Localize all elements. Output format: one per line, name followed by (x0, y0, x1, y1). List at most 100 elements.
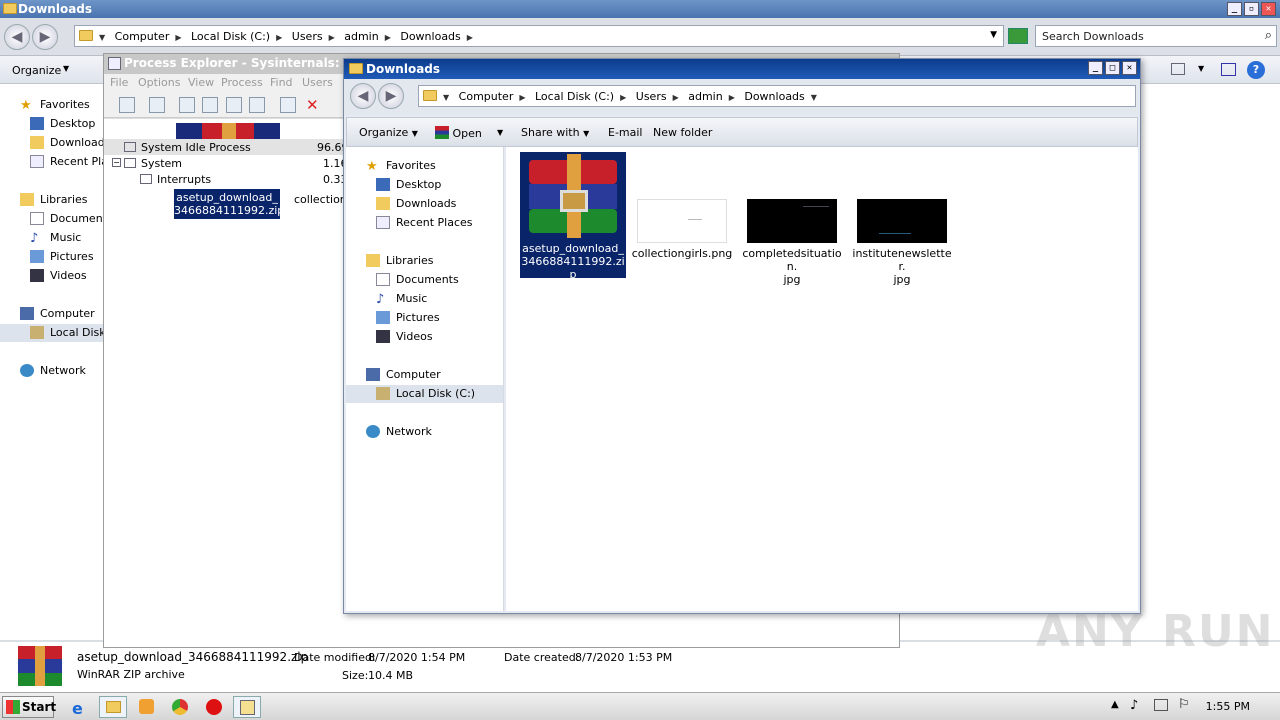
back-arrow-icon[interactable]: ◀ (350, 83, 376, 109)
back-address-box[interactable]: ▼ Computer ▶ Local Disk (C:) ▶ Users ▶ admi… (74, 25, 1004, 47)
breadcrumb-item[interactable]: Local Disk (C:) (191, 30, 270, 43)
search-input[interactable]: Search Downloads ⌕ (1035, 25, 1277, 47)
menu-file[interactable]: File (110, 76, 128, 89)
process-row[interactable]: Interrupts (104, 171, 344, 187)
action-center-flag-icon[interactable]: ⚐ (1178, 697, 1190, 712)
refresh-icon[interactable] (149, 97, 165, 113)
organize-label: Organize (359, 126, 409, 139)
menu-view[interactable]: View (188, 76, 214, 89)
details-size: 10.4 MB (368, 669, 414, 682)
properties-icon[interactable] (202, 97, 218, 113)
network-tray-icon[interactable] (1154, 699, 1168, 711)
breadcrumb-item[interactable]: Computer (459, 90, 514, 103)
dragged-file-label-line2: 3466884111992.zip (174, 204, 285, 217)
menu-users[interactable]: Users (302, 76, 333, 89)
organize-button[interactable]: Organize (12, 64, 61, 77)
breadcrumb-item[interactable]: admin (344, 30, 378, 43)
clock[interactable]: 1:55 PM (1206, 700, 1250, 713)
breadcrumb-item[interactable]: Computer (115, 30, 170, 43)
downloads-titlebar[interactable]: Downloads _ □ ✕ (344, 59, 1140, 79)
minimize-button[interactable]: _ (1227, 2, 1242, 16)
back-arrow-icon[interactable]: ◀ (4, 24, 30, 50)
taskbar-ie[interactable]: e (66, 696, 94, 718)
videos-icon (30, 269, 44, 282)
breadcrumb-item[interactable]: Users (292, 30, 323, 43)
breadcrumb-item[interactable]: Downloads (400, 30, 460, 43)
taskbar-opera[interactable] (200, 696, 228, 718)
downloads-title: Downloads (366, 62, 441, 76)
menu-options[interactable]: Options (138, 76, 180, 89)
folder-icon (349, 63, 363, 74)
lower-pane-icon[interactable] (226, 97, 242, 113)
back-window-title: Downloads (18, 2, 93, 16)
chrome-icon (172, 699, 188, 715)
process-name: System (141, 157, 183, 170)
search-icon[interactable]: ⌕ (1265, 28, 1272, 43)
help-icon[interactable]: ? (1247, 61, 1265, 79)
taskbar-explorer[interactable] (99, 696, 127, 718)
file-name-line1: asetup_download_ (522, 242, 624, 255)
email-button[interactable]: E-mail (608, 126, 643, 139)
menu-process[interactable]: Process (221, 76, 263, 89)
open-dropdown-icon[interactable]: ▼ (497, 128, 503, 137)
restore-button[interactable]: ▫ (1244, 2, 1259, 16)
nav-local-disk[interactable]: Local Disk (C:) (346, 385, 503, 403)
dragged-archive-icon (176, 123, 280, 139)
system-info-icon[interactable] (179, 97, 195, 113)
handles-icon[interactable] (280, 97, 296, 113)
file-item[interactable]: asetup_download_ 3466884111992.zip (520, 152, 626, 281)
forward-arrow-icon[interactable]: ▶ (378, 83, 404, 109)
image-thumbnail (857, 199, 947, 243)
start-button[interactable]: Start (2, 696, 56, 718)
address-box[interactable]: ▼ Computer ▶ Local Disk (C:) ▶ Users ▶ admi… (418, 85, 1136, 107)
star-icon: ★ (366, 159, 378, 174)
media-player-icon (139, 699, 154, 714)
open-button[interactable]: Open (435, 126, 482, 140)
network-icon (366, 425, 380, 438)
taskbar-chrome[interactable] (166, 696, 194, 718)
chevron-down-icon[interactable]: ▼ (1198, 64, 1204, 73)
find-icon[interactable] (249, 97, 265, 113)
watermark: ANY RUN (1036, 606, 1275, 657)
recent-places-icon (30, 155, 44, 168)
dragged-file-label-line1: asetup_download_ (176, 191, 278, 204)
collapse-icon[interactable]: − (112, 158, 121, 167)
maximize-button[interactable]: □ (1105, 61, 1120, 75)
file-item[interactable]: collectiongirls.png (629, 199, 735, 260)
breadcrumb-item[interactable]: Downloads (744, 90, 804, 103)
volume-icon[interactable]: ♪ (1130, 698, 1138, 713)
close-button[interactable]: ✕ (1261, 2, 1276, 16)
minimize-button[interactable]: _ (1088, 61, 1103, 75)
taskbar-process-explorer[interactable] (233, 696, 261, 718)
process-row[interactable]: − System (104, 155, 344, 171)
forward-arrow-icon[interactable]: ▶ (32, 24, 58, 50)
refresh-icon[interactable] (1008, 28, 1028, 44)
taskbar-media[interactable] (133, 696, 161, 718)
breadcrumb-item[interactable]: Local Disk (C:) (535, 90, 614, 103)
process-icon (124, 142, 136, 152)
save-icon[interactable] (119, 97, 135, 113)
pictures-icon (376, 311, 390, 324)
chevron-down-icon: ▼ (411, 129, 418, 138)
file-item[interactable]: institutenewsletter. jpg (849, 199, 955, 286)
partial-file-label: collection (294, 193, 347, 206)
details-date-created-label: Date created: (504, 651, 580, 664)
process-name: System Idle Process (141, 141, 251, 154)
back-window-titlebar[interactable]: Downloads _ ▫ ✕ (0, 0, 1280, 18)
views-icon[interactable] (1171, 63, 1185, 75)
address-dropdown-icon[interactable]: ▼ (990, 30, 997, 40)
share-with-button[interactable]: Share with ▼ (521, 126, 589, 139)
kill-process-icon[interactable]: ✕ (306, 96, 319, 114)
file-item[interactable]: completedsituation. jpg (739, 199, 845, 286)
preview-pane-icon[interactable] (1221, 63, 1236, 76)
organize-button[interactable]: Organize ▼ (359, 126, 418, 139)
breadcrumb-item[interactable]: admin (688, 90, 722, 103)
process-row[interactable]: System Idle Process (104, 139, 344, 155)
show-hidden-icons[interactable]: ▲ (1111, 699, 1119, 710)
close-button[interactable]: ✕ (1122, 61, 1137, 75)
desktop-icon (376, 178, 390, 191)
menu-find[interactable]: Find (270, 76, 293, 89)
libraries-icon (366, 254, 380, 267)
breadcrumb-item[interactable]: Users (636, 90, 667, 103)
new-folder-button[interactable]: New folder (653, 126, 712, 139)
